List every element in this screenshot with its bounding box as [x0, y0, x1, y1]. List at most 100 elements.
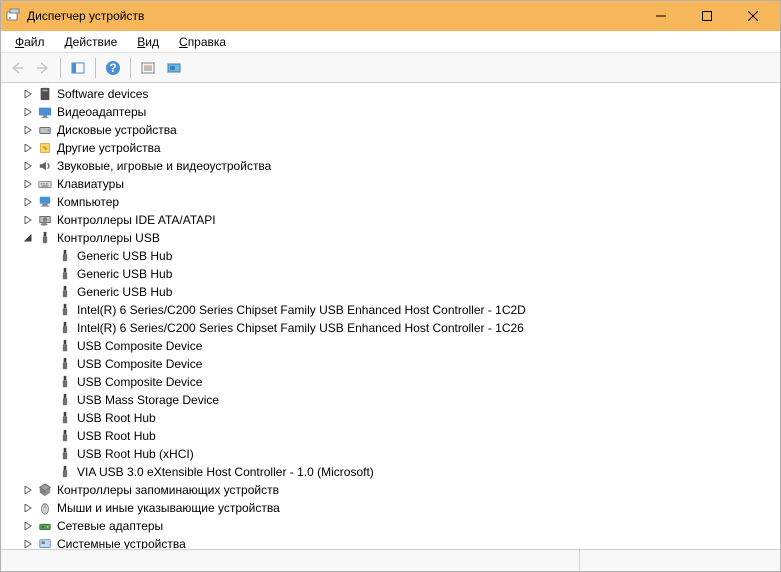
usb-icon [57, 302, 73, 318]
tree-item-label: Видеоадаптеры [57, 105, 146, 119]
tree-item-label: Intel(R) 6 Series/C200 Series Chipset Fa… [77, 303, 526, 317]
menu-file[interactable]: Файл [9, 33, 51, 51]
ide-icon [37, 212, 53, 228]
tree-item[interactable]: Generic USB Hub [1, 265, 780, 283]
tree-item[interactable]: USB Composite Device [1, 355, 780, 373]
expander-empty [41, 249, 55, 263]
keyboard-icon [37, 176, 53, 192]
system-icon [37, 536, 53, 549]
device-tree[interactable]: Software devices Видеоадаптеры Дисковые ус… [1, 83, 780, 549]
menu-help[interactable]: Справка [173, 33, 232, 51]
menubar: Файл Действие Вид Справка [1, 31, 780, 53]
tree-item-label: USB Composite Device [77, 339, 202, 353]
menu-view[interactable]: Вид [131, 33, 165, 51]
expand-icon[interactable] [21, 501, 35, 515]
expander-empty [41, 267, 55, 281]
properties-button[interactable] [136, 56, 160, 80]
tree-item[interactable]: Видеоадаптеры [1, 103, 780, 121]
tree-item-label: Intel(R) 6 Series/C200 Series Chipset Fa… [77, 321, 524, 335]
tree-item[interactable]: Звуковые, игровые и видеоустройства [1, 157, 780, 175]
tree-item[interactable]: Дисковые устройства [1, 121, 780, 139]
usb-icon [57, 428, 73, 444]
expand-icon[interactable] [21, 483, 35, 497]
tree-item[interactable]: USB Composite Device [1, 337, 780, 355]
tree-item[interactable]: USB Composite Device [1, 373, 780, 391]
toolbar: ? [1, 53, 780, 83]
expand-icon[interactable] [21, 519, 35, 533]
tree-item[interactable]: USB Root Hub [1, 409, 780, 427]
menu-action[interactable]: Действие [59, 33, 124, 51]
tree-item-label: Клавиатуры [57, 177, 124, 191]
status-pane-left [1, 550, 580, 571]
tree-item-label: Сетевые адаптеры [57, 519, 163, 533]
expander-empty [41, 357, 55, 371]
tree-item-label: Software devices [57, 87, 148, 101]
tree-item[interactable]: Клавиатуры [1, 175, 780, 193]
titlebar[interactable]: Диспетчер устройств [1, 1, 780, 31]
tree-item[interactable]: Intel(R) 6 Series/C200 Series Chipset Fa… [1, 301, 780, 319]
tree-item-label: Компьютер [57, 195, 119, 209]
expander-empty [41, 465, 55, 479]
tree-item[interactable]: Сетевые адаптеры [1, 517, 780, 535]
show-hide-console-button[interactable] [66, 56, 90, 80]
usb-icon [57, 464, 73, 480]
scan-hardware-button[interactable] [162, 56, 186, 80]
expand-icon[interactable] [21, 213, 35, 227]
tree-item-label: USB Mass Storage Device [77, 393, 219, 407]
tree-item[interactable]: Intel(R) 6 Series/C200 Series Chipset Fa… [1, 319, 780, 337]
expander-empty [41, 339, 55, 353]
window-buttons [638, 1, 776, 31]
expand-icon[interactable] [21, 123, 35, 137]
maximize-button[interactable] [684, 1, 730, 31]
expand-icon[interactable] [21, 195, 35, 209]
expand-icon[interactable] [21, 87, 35, 101]
tree-item[interactable]: USB Root Hub [1, 427, 780, 445]
sound-icon [37, 158, 53, 174]
tree-item[interactable]: Мыши и иные указывающие устройства [1, 499, 780, 517]
computer-icon [37, 194, 53, 210]
tree-item[interactable]: Generic USB Hub [1, 247, 780, 265]
expander-empty [41, 375, 55, 389]
expander-empty [41, 321, 55, 335]
expand-icon[interactable] [21, 141, 35, 155]
forward-button[interactable] [31, 56, 55, 80]
window-title: Диспетчер устройств [27, 9, 638, 23]
tree-item[interactable]: Системные устройства [1, 535, 780, 549]
expand-icon[interactable] [21, 105, 35, 119]
tree-item[interactable]: USB Mass Storage Device [1, 391, 780, 409]
expand-icon[interactable] [21, 177, 35, 191]
tree-item-label: Контроллеры запоминающих устройств [57, 483, 279, 497]
expander-empty [41, 285, 55, 299]
usb-icon [57, 320, 73, 336]
tree-item[interactable]: Компьютер [1, 193, 780, 211]
back-button[interactable] [5, 56, 29, 80]
tree-item-label: Generic USB Hub [77, 285, 172, 299]
tree-item[interactable]: Другие устройства [1, 139, 780, 157]
close-button[interactable] [730, 1, 776, 31]
expander-empty [41, 393, 55, 407]
statusbar [1, 549, 780, 571]
tree-item[interactable]: Generic USB Hub [1, 283, 780, 301]
minimize-button[interactable] [638, 1, 684, 31]
tree-item[interactable]: VIA USB 3.0 eXtensible Host Controller -… [1, 463, 780, 481]
tree-item-label: Контроллеры USB [57, 231, 160, 245]
usb-icon [57, 446, 73, 462]
tree-item-label: Generic USB Hub [77, 267, 172, 281]
tree-item-label: USB Composite Device [77, 375, 202, 389]
tree-item[interactable]: USB Root Hub (xHCI) [1, 445, 780, 463]
tree-item[interactable]: Software devices [1, 85, 780, 103]
expand-icon[interactable] [21, 159, 35, 173]
status-pane-right [580, 550, 780, 571]
tree-item[interactable]: Контроллеры запоминающих устройств [1, 481, 780, 499]
tree-item-label: USB Root Hub [77, 411, 156, 425]
tree-item-label: Контроллеры IDE ATA/ATAPI [57, 213, 216, 227]
expand-icon[interactable] [21, 537, 35, 549]
tree-item-label: Дисковые устройства [57, 123, 177, 137]
tree-item[interactable]: Контроллеры USB [1, 229, 780, 247]
other-icon [37, 140, 53, 156]
collapse-icon[interactable] [21, 231, 35, 245]
display-icon [37, 104, 53, 120]
help-button[interactable]: ? [101, 56, 125, 80]
mouse-icon [37, 500, 53, 516]
tree-item[interactable]: Контроллеры IDE ATA/ATAPI [1, 211, 780, 229]
